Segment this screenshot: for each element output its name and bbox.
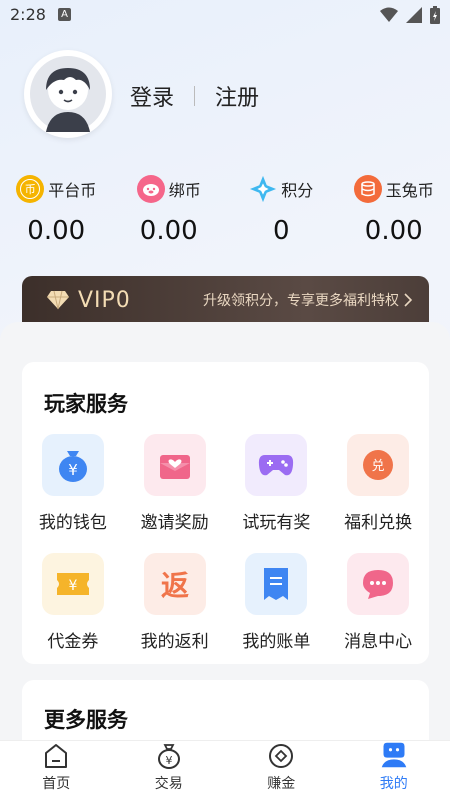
voucher-icon: ¥ (41, 553, 104, 615)
service-label: 代金券 (47, 632, 99, 652)
vip-description: 升级领积分，专享更多福利特权 (203, 293, 399, 309)
avatar[interactable] (24, 50, 112, 138)
player-services-section: 玩家服务 ¥ 我的钱包 邀请奖励 试玩有奖 兑 福利兑换 ¥ 代金券 返 我的返… (22, 362, 429, 664)
service-rebate[interactable]: 返 我的返利 (124, 553, 226, 652)
bottom-tab-bar: 首页 ¥ 交易 赚金 我的 (0, 740, 450, 801)
currency-jade-rabbit-coin[interactable]: 玉兔币 0.00 (338, 172, 450, 246)
register-link[interactable]: 注册 (215, 80, 259, 112)
welfare-exchange-icon: 兑 (347, 434, 410, 496)
service-label: 我的钱包 (38, 513, 107, 533)
signal-icon (406, 7, 422, 23)
currency-platform-coin[interactable]: 币 平台币 0.00 (0, 172, 113, 246)
service-welfare-exchange[interactable]: 兑 福利兑换 (327, 434, 429, 533)
svg-text:¥: ¥ (68, 578, 77, 594)
vip-level: VIP0 (78, 287, 131, 313)
currency-value: 0.00 (27, 216, 86, 246)
service-label: 我的返利 (140, 632, 209, 652)
auth-links: 登录 注册 (130, 80, 259, 112)
message-icon (347, 553, 410, 615)
services-grid: ¥ 我的钱包 邀请奖励 试玩有奖 兑 福利兑换 ¥ 代金券 返 我的返利 我的账… (22, 434, 429, 652)
service-voucher[interactable]: ¥ 代金券 (22, 553, 124, 652)
currency-row: 币 平台币 0.00 绑币 0.00 积分 0 玉兔币 0.00 (0, 172, 450, 246)
svg-text:¥: ¥ (165, 754, 172, 767)
service-invite-reward[interactable]: 邀请奖励 (124, 434, 226, 533)
currency-bind-coin[interactable]: 绑币 0.00 (113, 172, 226, 246)
service-label: 我的账单 (242, 632, 311, 652)
service-bill[interactable]: 我的账单 (226, 553, 328, 652)
trade-tab-icon: ¥ (157, 744, 180, 769)
earn-tab-icon (269, 744, 294, 768)
default-avatar-icon (30, 56, 106, 132)
trial-game-icon (245, 434, 308, 496)
jade-rabbit-coin-icon (353, 175, 382, 203)
tab-label: 我的 (379, 776, 408, 792)
points-icon (249, 175, 277, 203)
section-title: 玩家服务 (44, 392, 128, 416)
svg-text:兑: 兑 (372, 459, 385, 474)
login-link[interactable]: 登录 (130, 80, 174, 112)
status-bar: 2:28 A (0, 0, 450, 32)
currency-value: 0.00 (364, 216, 423, 246)
tab-home[interactable]: 首页 (0, 741, 113, 801)
platform-coin-icon: 币 (16, 175, 45, 203)
svg-text:返: 返 (161, 569, 189, 602)
mine-tab-icon (381, 742, 406, 768)
service-message-center[interactable]: 消息中心 (327, 553, 429, 652)
invite-reward-icon (143, 434, 206, 496)
tab-label: 赚金 (267, 776, 296, 792)
currency-label: 绑币 (168, 181, 201, 200)
rebate-icon: 返 (143, 553, 206, 615)
tab-label: 首页 (42, 776, 71, 792)
tab-mine[interactable]: 我的 (338, 741, 450, 801)
currency-value: 0 (272, 216, 290, 246)
svg-text:¥: ¥ (68, 461, 78, 479)
status-time: 2:28 (10, 5, 46, 24)
currency-label: 玉兔币 (385, 181, 434, 200)
wifi-icon (380, 7, 398, 22)
service-trial-game[interactable]: 试玩有奖 (226, 434, 328, 533)
service-label: 试玩有奖 (242, 513, 311, 533)
service-label: 邀请奖励 (140, 513, 209, 533)
service-wallet[interactable]: ¥ 我的钱包 (22, 434, 124, 533)
wallet-icon: ¥ (41, 434, 104, 496)
currency-label: 平台币 (48, 181, 97, 200)
tab-earn[interactable]: 赚金 (225, 741, 338, 801)
tab-trade[interactable]: ¥ 交易 (113, 741, 226, 801)
service-label: 福利兑换 (344, 513, 413, 533)
bill-icon (245, 553, 308, 615)
battery-icon (430, 6, 440, 24)
currency-value: 0.00 (139, 216, 198, 246)
home-tab-icon (45, 744, 68, 768)
notification-icon: A (58, 8, 71, 21)
section-title: 更多服务 (44, 708, 128, 732)
tab-label: 交易 (154, 776, 183, 792)
bind-coin-icon (136, 175, 165, 203)
service-label: 消息中心 (344, 632, 413, 652)
vip-banner[interactable]: VIP0 升级领积分，专享更多福利特权 (22, 276, 429, 328)
chevron-right-icon (404, 293, 413, 307)
auth-divider (194, 86, 196, 106)
currency-label: 积分 (281, 181, 314, 200)
currency-points[interactable]: 积分 0 (225, 172, 338, 246)
diamond-icon (47, 290, 69, 310)
